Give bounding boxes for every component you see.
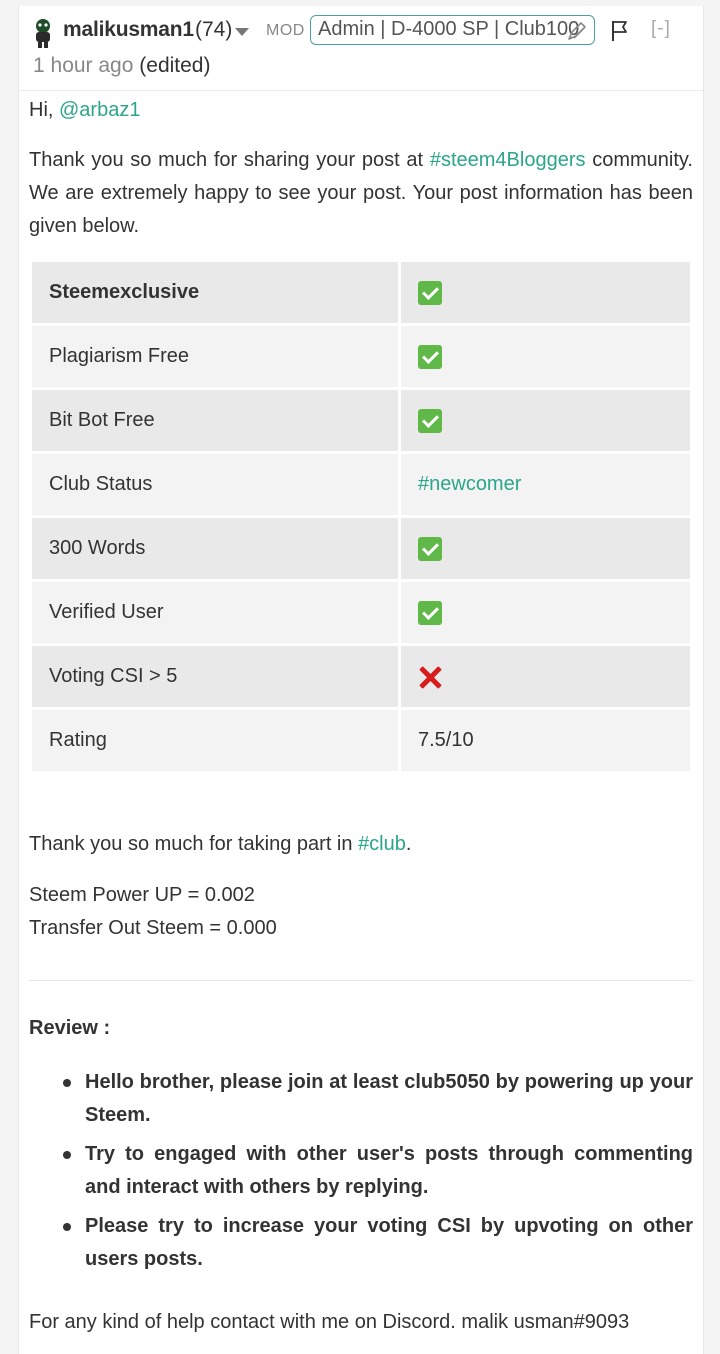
contact-line: For any kind of help contact with me on … — [29, 1311, 630, 1333]
club-tag-link[interactable]: #club — [358, 833, 406, 855]
thanks-suffix: . — [405, 833, 412, 855]
review-item-text: Hello brother, please join at least club… — [85, 1071, 693, 1126]
comment-card: malikusman1 (74) MOD Admin | D-4000 SP |… — [18, 6, 704, 1354]
club-status-link[interactable]: #newcomer — [418, 473, 521, 495]
check-mark-icon — [418, 536, 442, 561]
bullet — [63, 1151, 71, 1159]
table-row: Voting CSI > 5 — [32, 646, 690, 707]
role-label: MOD — [266, 22, 305, 39]
user-title-badge: Admin | D-4000 SP | Club100 — [310, 15, 595, 45]
cross-mark-icon — [418, 665, 442, 689]
table-row: Bit Bot Free — [32, 390, 690, 451]
community-tag-link[interactable]: #steem4Bloggers — [430, 149, 586, 171]
post-info-table: Steemexclusive Plagiarism Free Bit Bot Fre… — [29, 259, 693, 774]
table-row: 300 Words — [32, 518, 690, 579]
row-label: Club Status — [32, 454, 398, 515]
table-row: Club Status #newcomer — [32, 454, 690, 515]
flag-icon[interactable] — [611, 20, 629, 42]
author-reputation: (74) — [195, 18, 233, 41]
avatar-icon[interactable] — [31, 18, 55, 48]
check-mark-icon — [418, 600, 442, 625]
bullet — [63, 1223, 71, 1231]
row-value-cell: #newcomer — [401, 454, 690, 515]
review-title: Review : — [29, 1017, 111, 1039]
greeting-prefix: Hi, — [29, 99, 59, 121]
review-item-text: Please try to increase your voting CSI b… — [85, 1215, 693, 1270]
intro-prefix: Thank you so much for sharing your post … — [29, 149, 430, 171]
row-label: 300 Words — [32, 518, 398, 579]
thanks-paragraph: Thank you so much for taking part in #cl… — [29, 828, 693, 861]
table-row: Steemexclusive — [32, 262, 690, 323]
edited-label: (edited) — [139, 54, 211, 77]
timestamp[interactable]: 1 hour ago (edited) — [33, 54, 210, 78]
review-item-text: Try to engaged with other user's posts t… — [85, 1143, 693, 1198]
list-item: Hello brother, please join at least club… — [29, 1066, 693, 1132]
row-label: Verified User — [32, 582, 398, 643]
list-item: Try to engaged with other user's posts t… — [29, 1138, 693, 1204]
row-value-cell: 7.5/10 — [401, 710, 690, 771]
pencil-icon[interactable] — [566, 20, 588, 42]
row-label: Voting CSI > 5 — [32, 646, 398, 707]
row-value-cell — [401, 582, 690, 643]
table-row: Rating 7.5/10 — [32, 710, 690, 771]
row-value-cell — [401, 390, 690, 451]
author-name[interactable]: malikusman1 — [63, 18, 194, 42]
check-mark-icon — [418, 408, 442, 433]
power-up-line: Steem Power UP = 0.002 — [29, 884, 255, 906]
mention-link[interactable]: @arbaz1 — [59, 99, 140, 121]
row-label: Steemexclusive — [32, 262, 398, 323]
collapse-toggle[interactable]: [-] — [651, 18, 671, 40]
row-label: Bit Bot Free — [32, 390, 398, 451]
time-ago[interactable]: 1 hour ago — [33, 54, 133, 77]
bullet — [63, 1079, 71, 1087]
divider — [29, 980, 693, 981]
thanks-prefix: Thank you so much for taking part in — [29, 833, 359, 855]
comment-header: malikusman1 (74) MOD Admin | D-4000 SP |… — [19, 6, 703, 91]
intro-paragraph: Thank you so much for sharing your post … — [29, 144, 693, 243]
table-row: Verified User — [32, 582, 690, 643]
row-label: Rating — [32, 710, 398, 771]
chevron-down-icon[interactable] — [235, 28, 249, 36]
row-value-cell — [401, 262, 690, 323]
row-label: Plagiarism Free — [32, 326, 398, 387]
check-mark-icon — [418, 344, 442, 369]
row-value-cell — [401, 646, 690, 707]
greeting: Hi, @arbaz1 — [29, 94, 693, 127]
review-list: Hello brother, please join at least club… — [29, 1066, 693, 1282]
list-item: Please try to increase your voting CSI b… — [29, 1210, 693, 1276]
badge-text: Admin | D-4000 SP | Club100 — [318, 18, 580, 40]
check-mark-icon — [418, 280, 442, 305]
row-value-cell — [401, 326, 690, 387]
row-value-cell — [401, 518, 690, 579]
table-row: Plagiarism Free — [32, 326, 690, 387]
transfer-out-line: Transfer Out Steem = 0.000 — [29, 917, 277, 939]
row-value: 7.5/10 — [418, 729, 474, 751]
